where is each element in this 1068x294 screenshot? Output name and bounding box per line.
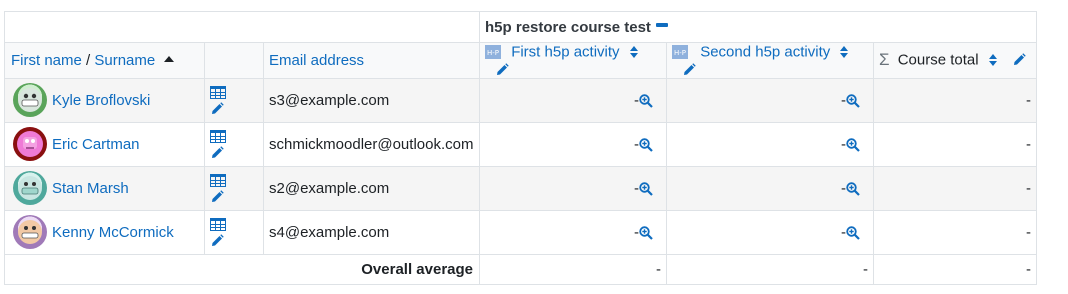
h5p-module-icon: H-P — [672, 45, 689, 60]
category-title: h5p restore course test — [485, 18, 651, 36]
table-row: Kenny McCormick s4@example.com - - - — [4, 209, 1038, 255]
course-total-cell: - — [873, 77, 1038, 123]
edit-pencil-icon[interactable] — [210, 102, 224, 116]
avatar[interactable] — [13, 127, 47, 162]
grader-report-table: h5p restore course test First name / Sur… — [3, 11, 1038, 285]
student-name-cell: Kenny McCormick — [4, 209, 205, 255]
student-actions-cell — [204, 165, 264, 211]
avatar[interactable] — [13, 83, 47, 118]
email-header: Email address — [262, 42, 481, 79]
grade-cell: - — [666, 165, 875, 211]
edit-pencil-icon[interactable] — [210, 190, 224, 204]
second-h5p-activity-link[interactable]: Second h5p activity — [700, 44, 830, 61]
zoom-in-icon[interactable] — [846, 93, 860, 108]
item-header-1: H-P First h5p activity — [479, 42, 668, 79]
grade-cell: - — [479, 165, 668, 211]
sigma-icon: Σ — [879, 50, 890, 70]
course-total-cell: - — [873, 165, 1038, 211]
zoom-in-icon[interactable] — [639, 225, 653, 240]
category-header: h5p restore course test — [479, 11, 1038, 43]
overall-average-label: Overall average — [3, 253, 481, 285]
zoom-in-icon[interactable] — [846, 181, 860, 196]
zoom-in-icon[interactable] — [639, 93, 653, 108]
grade-cell: - — [666, 121, 875, 167]
grade-table-icon[interactable] — [210, 217, 226, 231]
grade-table-icon[interactable] — [210, 85, 226, 99]
grade-cell: - — [479, 209, 668, 255]
h5p-module-icon: H-P — [485, 45, 502, 60]
student-email-cell: schmickmoodler@outlook.com — [262, 121, 481, 167]
average-cell: - — [479, 253, 668, 285]
student-email-cell: s4@example.com — [262, 209, 481, 255]
overall-average-row: Overall average - - - — [3, 253, 1038, 285]
column-header-row: First name / Surname Email address H-P F… — [4, 42, 1038, 79]
sort-icon[interactable] — [988, 53, 998, 67]
empty-header-cell — [3, 11, 481, 43]
name-separator: / — [81, 51, 95, 69]
item-header-2: H-P Second h5p activity — [666, 42, 875, 79]
collapse-category-icon[interactable] — [656, 22, 669, 27]
edit-pencil-icon[interactable] — [1012, 53, 1026, 67]
zoom-in-icon[interactable] — [846, 137, 860, 152]
student-email-cell: s3@example.com — [262, 77, 481, 123]
edit-pencil-icon[interactable] — [210, 234, 224, 248]
student-name-link[interactable]: Stan Marsh — [52, 180, 129, 197]
actions-header — [204, 42, 264, 79]
course-total-cell: - — [873, 209, 1038, 255]
student-name-link[interactable]: Kyle Broflovski — [52, 92, 150, 109]
zoom-in-icon[interactable] — [639, 181, 653, 196]
student-name-cell: Kyle Broflovski — [4, 77, 205, 123]
table-row: Eric Cartman schmickmoodler@outlook.com … — [4, 121, 1038, 167]
course-total-header: Σ Course total — [873, 42, 1038, 79]
sort-surname-link[interactable]: Surname — [94, 52, 155, 69]
sort-icon[interactable] — [629, 45, 639, 59]
sort-first-name-link[interactable]: First name — [11, 52, 82, 69]
svg-text:H-P: H-P — [674, 49, 686, 57]
student-name-cell: Stan Marsh — [4, 165, 205, 211]
name-header: First name / Surname — [4, 42, 205, 79]
student-email-cell: s2@example.com — [262, 165, 481, 211]
table-row: Kyle Broflovski s3@example.com - - - — [4, 77, 1038, 123]
student-actions-cell — [204, 121, 264, 167]
average-total-cell: - — [873, 253, 1038, 285]
course-total-label: Course total — [897, 51, 979, 69]
svg-text:H-P: H-P — [487, 49, 499, 57]
grade-table-icon[interactable] — [210, 173, 226, 187]
grade-cell: - — [666, 209, 875, 255]
grade-cell: - — [666, 77, 875, 123]
sort-ascending-icon[interactable] — [163, 54, 175, 64]
sort-icon[interactable] — [839, 45, 849, 59]
zoom-in-icon[interactable] — [639, 137, 653, 152]
table-row: Stan Marsh s2@example.com - - - — [4, 165, 1038, 211]
edit-pencil-icon[interactable] — [495, 62, 509, 77]
course-total-cell: - — [873, 121, 1038, 167]
avatar[interactable] — [13, 171, 47, 206]
sort-email-link[interactable]: Email address — [269, 52, 364, 69]
edit-pencil-icon[interactable] — [682, 62, 696, 77]
student-actions-cell — [204, 77, 264, 123]
student-name-cell: Eric Cartman — [4, 121, 205, 167]
student-name-link[interactable]: Kenny McCormick — [52, 224, 174, 241]
grade-cell: - — [479, 77, 668, 123]
grade-table-icon[interactable] — [210, 129, 226, 143]
student-actions-cell — [204, 209, 264, 255]
avatar[interactable] — [13, 215, 47, 250]
student-name-link[interactable]: Eric Cartman — [52, 136, 140, 153]
category-header-row: h5p restore course test — [3, 11, 1038, 43]
average-cell: - — [666, 253, 875, 285]
edit-pencil-icon[interactable] — [210, 146, 224, 160]
grade-cell: - — [479, 121, 668, 167]
zoom-in-icon[interactable] — [846, 225, 860, 240]
first-h5p-activity-link[interactable]: First h5p activity — [511, 44, 619, 61]
